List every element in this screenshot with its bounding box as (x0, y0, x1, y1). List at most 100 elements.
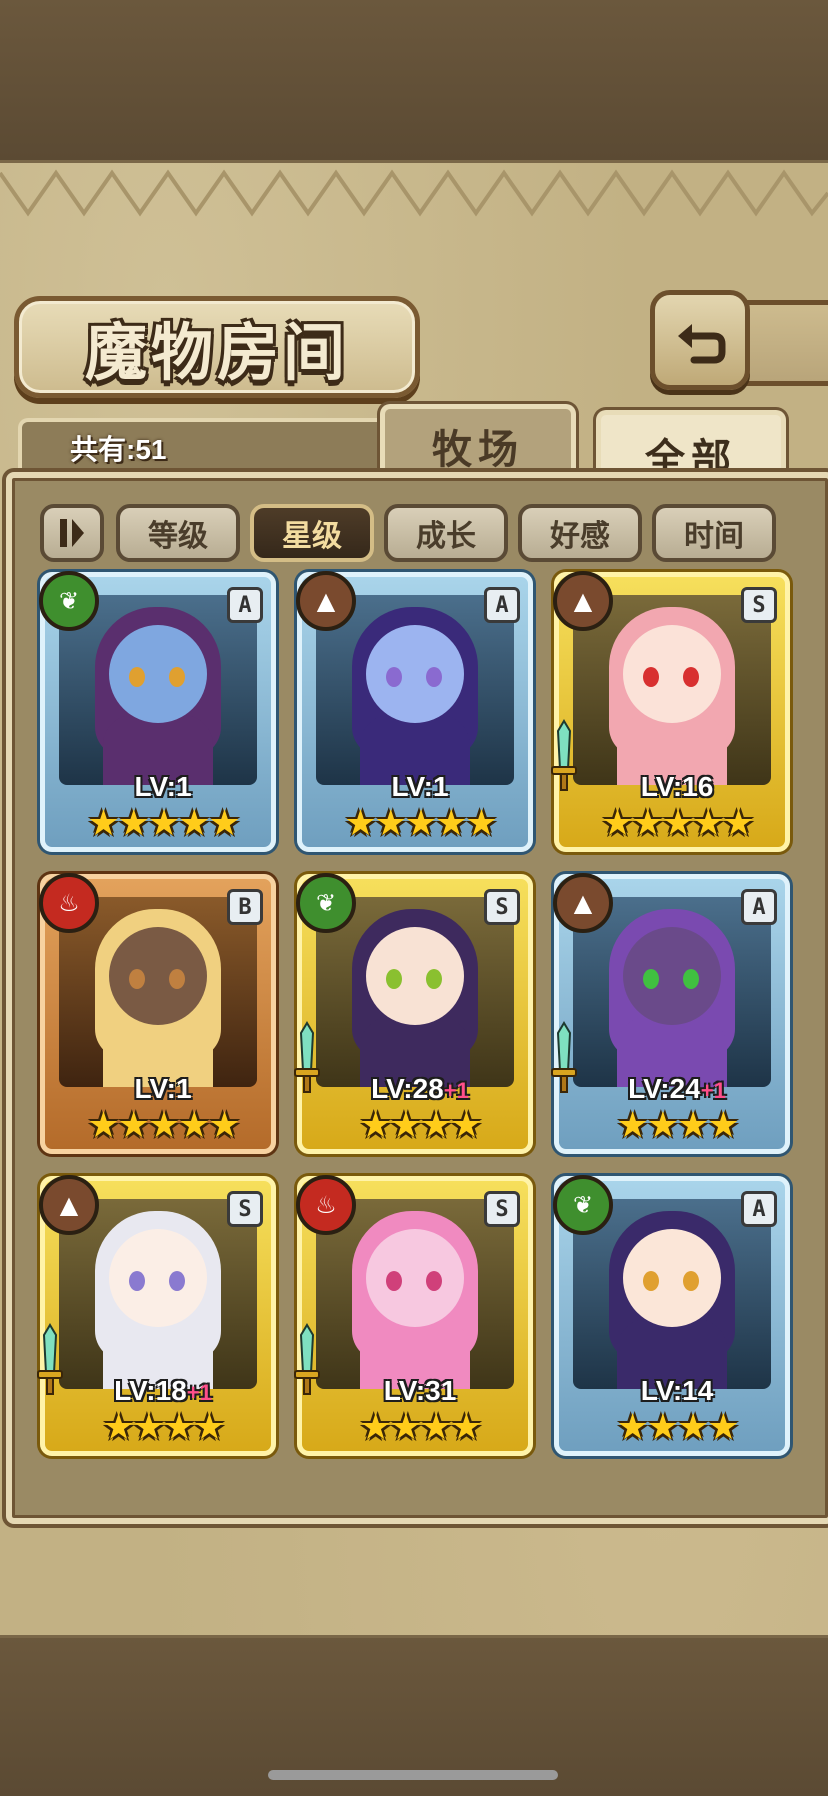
zigzag-border (0, 169, 828, 217)
portrait-eye (426, 667, 442, 687)
star-rating: ★★★★ (616, 1407, 739, 1448)
portrait-eye (129, 1271, 145, 1291)
level-label: LV:28+1 (302, 1073, 538, 1105)
rank-badge: A (484, 587, 520, 623)
earth-element-icon: ▲ (296, 571, 356, 631)
rank-badge: B (227, 889, 263, 925)
monster-card[interactable]: ♨ S LV:31 ★★★★ (294, 1175, 533, 1456)
monster-count: 共有:51 (70, 434, 167, 465)
earth-element-icon: ▲ (39, 1175, 99, 1235)
level-value: LV:1 (134, 1073, 192, 1104)
rank-badge: S (484, 1191, 520, 1227)
level-value: LV:14 (640, 1375, 714, 1406)
monster-card[interactable]: ▲ S LV:18+1 ★★★★ (37, 1175, 276, 1456)
back-button[interactable] (650, 290, 750, 390)
monster-card[interactable]: ▲ S LV:16 ★★★★★ (551, 571, 790, 852)
portrait-eye (129, 667, 145, 687)
level-label: LV:16 (559, 771, 795, 803)
earth-element-icon: ▲ (553, 873, 613, 933)
sort-order-icon (60, 519, 84, 547)
level-value: LV:24 (628, 1073, 701, 1104)
star-rating: ★★★★★ (87, 803, 240, 844)
level-label: LV:14 (559, 1375, 795, 1407)
top-map-band (0, 0, 828, 164)
page-title: 魔物房间 (84, 316, 349, 389)
portrait-eye (683, 969, 699, 989)
portrait-eye (683, 667, 699, 687)
portrait-face (109, 625, 207, 723)
monster-card[interactable]: ❦ S LV:28+1 ★★★★ (294, 873, 533, 1154)
monster-card[interactable]: ▲ A LV:24+1 ★★★★ (551, 873, 790, 1154)
level-value: LV:31 (383, 1375, 457, 1406)
star-rating: ★★★★★ (601, 803, 754, 844)
portrait-eye (169, 667, 185, 687)
rank-badge: A (227, 587, 263, 623)
level-label: LV:1 (45, 1073, 281, 1105)
level-value: LV:1 (134, 771, 192, 802)
fire-element-icon: ♨ (39, 873, 99, 933)
portrait-face (623, 1229, 721, 1327)
level-bonus: +1 (443, 1078, 469, 1103)
star-rating: ★★★★★ (87, 1105, 240, 1146)
monster-card[interactable]: ▲ A LV:1 ★★★★★ (296, 571, 533, 852)
filter-level[interactable]: 等级 (116, 504, 240, 562)
return-arrow-icon (678, 324, 726, 364)
star-rating: ★★★★ (102, 1407, 225, 1448)
level-value: LV:16 (640, 771, 714, 802)
portrait-face (366, 625, 464, 723)
portrait-eye (426, 969, 442, 989)
monster-card[interactable]: ♨ B LV:1 ★★★★★ (39, 873, 276, 1154)
title-plate: 魔物房间 (14, 296, 420, 398)
sort-order-toggle[interactable] (40, 504, 104, 562)
star-rating: ★★★★ (359, 1105, 482, 1146)
level-bonus: +1 (700, 1078, 726, 1103)
portrait-eye (169, 1271, 185, 1291)
portrait-eye (169, 969, 185, 989)
level-bonus: +1 (186, 1380, 212, 1405)
monster-card[interactable]: ❦ A LV:14 ★★★★ (553, 1175, 790, 1456)
monster-card[interactable]: ❦ A LV:1 ★★★★★ (39, 571, 276, 852)
nature-element-icon: ❦ (296, 873, 356, 933)
filter-growth[interactable]: 成长 (384, 504, 508, 562)
portrait-face (623, 927, 721, 1025)
portrait-eye (386, 1271, 402, 1291)
portrait-eye (683, 1271, 699, 1291)
level-label: LV:1 (45, 771, 281, 803)
star-rating: ★★★★ (359, 1407, 482, 1448)
portrait-face (623, 625, 721, 723)
earth-element-icon: ▲ (553, 571, 613, 631)
portrait-eye (643, 1271, 659, 1291)
home-indicator (268, 1770, 558, 1780)
filter-star[interactable]: 星级 (250, 504, 374, 562)
portrait-face (109, 927, 207, 1025)
level-label: LV:18+1 (45, 1375, 281, 1407)
rank-badge: S (741, 587, 777, 623)
tab-farm-label: 牧场 (432, 426, 524, 473)
star-rating: ★★★★ (616, 1105, 739, 1146)
filter-time[interactable]: 时间 (652, 504, 776, 562)
star-rating: ★★★★★ (344, 803, 497, 844)
level-label: LV:24+1 (559, 1073, 795, 1105)
portrait-face (366, 1229, 464, 1327)
portrait-eye (386, 969, 402, 989)
portrait-eye (386, 667, 402, 687)
portrait-eye (426, 1271, 442, 1291)
rank-badge: S (227, 1191, 263, 1227)
portrait-face (109, 1229, 207, 1327)
rank-badge: S (484, 889, 520, 925)
portrait-eye (129, 969, 145, 989)
rank-badge: A (741, 889, 777, 925)
portrait-face (366, 927, 464, 1025)
nature-element-icon: ❦ (553, 1175, 613, 1235)
portrait-eye (643, 667, 659, 687)
filter-affection[interactable]: 好感 (518, 504, 642, 562)
rank-badge: A (741, 1191, 777, 1227)
portrait-eye (643, 969, 659, 989)
level-label: LV:1 (302, 771, 538, 803)
level-value: LV:1 (391, 771, 449, 802)
fire-element-icon: ♨ (296, 1175, 356, 1235)
level-label: LV:31 (302, 1375, 538, 1407)
nature-element-icon: ❦ (39, 571, 99, 631)
level-value: LV:28 (371, 1073, 444, 1104)
level-value: LV:18 (114, 1375, 187, 1406)
